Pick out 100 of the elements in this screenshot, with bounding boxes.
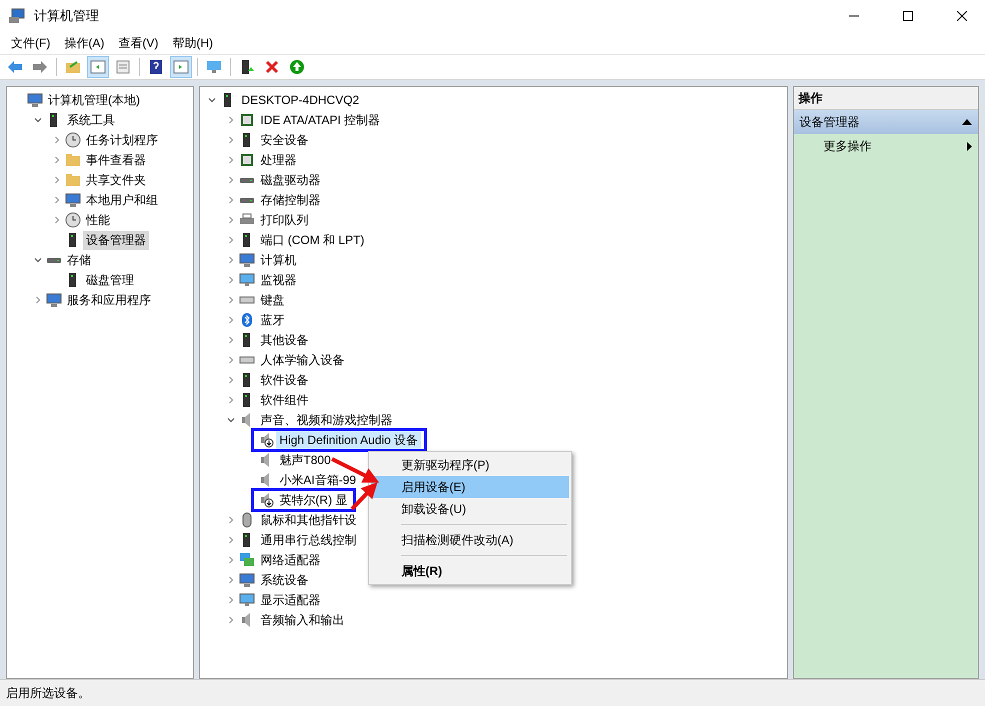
chevron-right-icon[interactable] xyxy=(227,116,236,124)
chevron-down-icon[interactable] xyxy=(34,256,42,264)
tree-item[interactable]: 性能 xyxy=(83,210,113,230)
chevron-right-icon[interactable] xyxy=(34,296,42,304)
chevron-right-icon[interactable] xyxy=(53,156,61,164)
tree-item[interactable]: DESKTOP-4DHCVQ2 xyxy=(238,92,362,108)
menu-item[interactable]: 启用设备(E) xyxy=(371,476,570,498)
tree-item[interactable]: 安全设备 xyxy=(257,130,312,150)
list-icon xyxy=(115,59,131,75)
section-label: 设备管理器 xyxy=(800,114,860,130)
tree-item[interactable]: 设备管理器 xyxy=(83,230,149,250)
chevron-right-icon[interactable] xyxy=(227,196,236,204)
tree-item[interactable]: 鼠标和其他指针设 xyxy=(257,510,360,530)
tree-item[interactable]: 魅声T800 xyxy=(276,450,334,470)
tree-item[interactable]: 事件查看器 xyxy=(83,150,149,170)
monitor-icon xyxy=(239,272,256,288)
help-icon xyxy=(148,59,164,75)
chevron-right-icon[interactable] xyxy=(53,136,61,144)
tree-item[interactable]: 软件组件 xyxy=(257,390,312,410)
monitor-icon xyxy=(239,592,256,608)
submenu-arrow-icon xyxy=(967,142,972,150)
tree-item[interactable]: 存储控制器 xyxy=(257,190,324,210)
chevron-right-icon[interactable] xyxy=(227,316,236,324)
tree-item[interactable]: IDE ATA/ATAPI 控制器 xyxy=(257,110,384,130)
tree-item[interactable]: 监视器 xyxy=(257,270,300,290)
menu-item[interactable]: 扫描检测硬件改动(A) xyxy=(371,529,570,551)
back-arrow-icon xyxy=(7,59,23,75)
chevron-right-icon[interactable] xyxy=(227,236,236,244)
clock-icon xyxy=(65,212,81,228)
window-title: 计算机管理 xyxy=(34,7,100,25)
chevron-down-icon[interactable] xyxy=(208,96,216,104)
chevron-right-icon[interactable] xyxy=(227,376,236,384)
folder-icon xyxy=(65,172,81,188)
tree-item[interactable]: 声音、视频和游戏控制器 xyxy=(257,410,396,430)
tree-item[interactable]: 共享文件夹 xyxy=(83,170,149,190)
tree-item[interactable]: 显示适配器 xyxy=(257,590,324,610)
chevron-right-icon[interactable] xyxy=(227,136,236,144)
chevron-down-icon[interactable] xyxy=(34,116,42,124)
tree-item[interactable]: 磁盘驱动器 xyxy=(257,170,324,190)
tower-icon xyxy=(239,59,255,75)
actions-title: 操作 xyxy=(794,87,978,110)
menu-item[interactable]: 操作(A) xyxy=(57,34,112,52)
chevron-right-icon[interactable] xyxy=(227,596,236,604)
menu-item[interactable]: 属性(R) xyxy=(371,560,570,582)
action-item[interactable]: 更多操作 xyxy=(794,134,978,158)
menu-item[interactable]: 更新驱动程序(P) xyxy=(371,454,570,476)
tree-item[interactable]: 本地用户和组 xyxy=(83,190,161,210)
chip-icon xyxy=(239,152,256,168)
chevron-right-icon[interactable] xyxy=(53,176,61,184)
tree-item[interactable]: 磁盘管理 xyxy=(83,270,137,290)
tree-item[interactable]: 任务计划程序 xyxy=(83,130,161,150)
tree-item[interactable]: 键盘 xyxy=(257,290,288,310)
close-icon xyxy=(957,11,967,21)
tree-item[interactable]: 其他设备 xyxy=(257,330,312,350)
menu-item[interactable]: 帮助(H) xyxy=(165,34,220,52)
tree-item[interactable]: 通用串行总线控制 xyxy=(257,530,360,550)
menu-item[interactable]: 查看(V) xyxy=(111,34,166,52)
chevron-right-icon[interactable] xyxy=(227,396,236,404)
monitor-icon xyxy=(206,59,222,75)
tree-item[interactable]: 蓝牙 xyxy=(257,310,288,330)
tree-item[interactable]: 打印队列 xyxy=(257,210,312,230)
clock-icon xyxy=(65,132,81,148)
tree-item[interactable]: 系统设备 xyxy=(257,570,312,590)
chevron-right-icon[interactable] xyxy=(227,336,236,344)
chevron-right-icon[interactable] xyxy=(227,256,236,264)
pane-icon xyxy=(90,59,106,75)
chevron-right-icon[interactable] xyxy=(227,556,236,564)
tree-item[interactable]: 软件设备 xyxy=(257,370,312,390)
tree-item[interactable]: 处理器 xyxy=(257,150,300,170)
chevron-right-icon[interactable] xyxy=(227,576,236,584)
tree-item[interactable]: 计算机管理(本地) xyxy=(45,90,143,110)
chevron-right-icon[interactable] xyxy=(227,616,236,624)
action-label: 更多操作 xyxy=(824,138,872,154)
tree-item[interactable]: 音频输入和输出 xyxy=(257,610,348,630)
tree-item[interactable]: 服务和应用程序 xyxy=(64,290,154,310)
computer-icon xyxy=(46,292,62,308)
tree-item[interactable]: 小米AI音箱-99 xyxy=(276,470,360,490)
chevron-right-icon[interactable] xyxy=(227,216,236,224)
chevron-right-icon[interactable] xyxy=(227,156,236,164)
maximize-icon xyxy=(903,11,913,21)
pane-icon xyxy=(173,59,189,75)
chevron-right-icon[interactable] xyxy=(227,296,236,304)
tree-item[interactable]: 存储 xyxy=(64,250,94,270)
chevron-right-icon[interactable] xyxy=(227,276,236,284)
menu-item[interactable]: 文件(F) xyxy=(4,34,58,52)
chevron-right-icon[interactable] xyxy=(227,536,236,544)
tree-item[interactable]: 计算机 xyxy=(257,250,300,270)
tree-item[interactable]: 网络适配器 xyxy=(257,550,324,570)
chevron-right-icon[interactable] xyxy=(227,356,236,364)
chevron-right-icon[interactable] xyxy=(53,196,61,204)
chevron-right-icon[interactable] xyxy=(227,176,236,184)
menu-item[interactable]: 卸载设备(U) xyxy=(371,498,570,520)
tree-item[interactable]: 系统工具 xyxy=(64,110,118,130)
tree-item[interactable]: 端口 (COM 和 LPT) xyxy=(257,230,368,250)
computer-icon xyxy=(239,572,256,588)
tree-item[interactable]: 人体学输入设备 xyxy=(257,350,348,370)
chevron-right-icon[interactable] xyxy=(227,516,236,524)
chevron-down-icon[interactable] xyxy=(227,416,236,424)
chevron-right-icon[interactable] xyxy=(53,216,61,224)
actions-section-header[interactable]: 设备管理器 xyxy=(794,110,978,134)
